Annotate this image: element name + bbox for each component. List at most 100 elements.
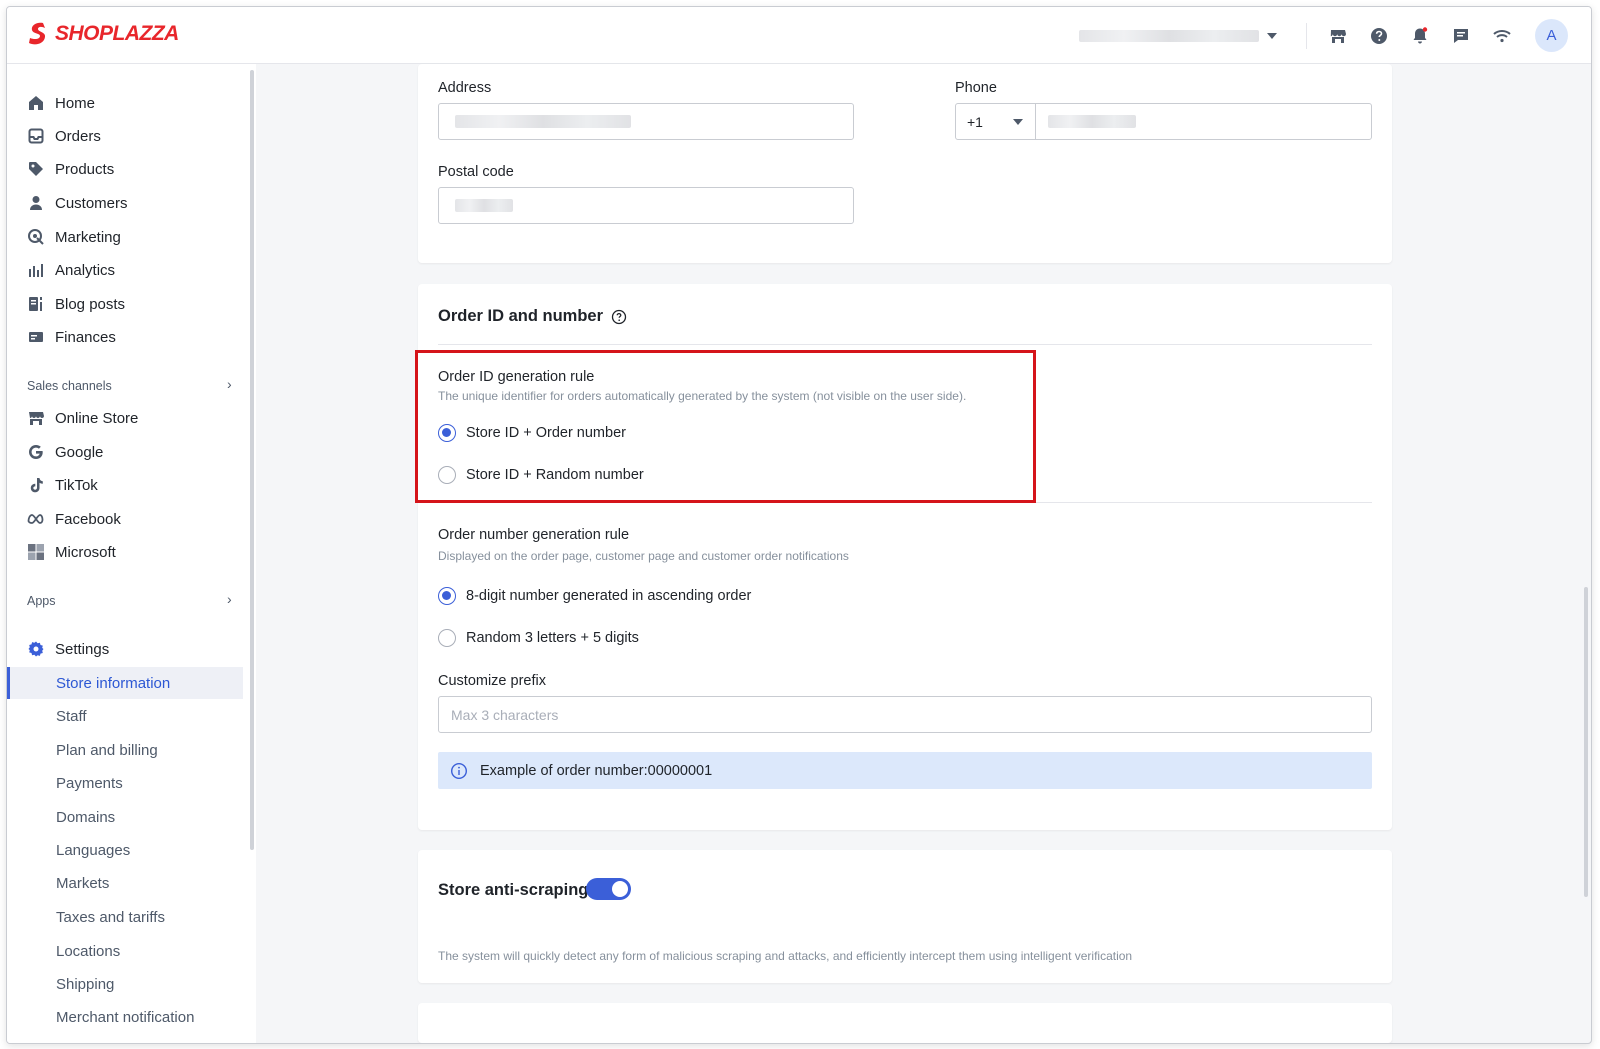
tiktok-icon	[30, 478, 43, 493]
sidebar-item-label: Online Store	[55, 409, 139, 427]
sidebar-item-settings[interactable]: Settings	[27, 636, 109, 662]
sidebar-item-google[interactable]: Google	[27, 439, 103, 465]
sidebar-item-label: Facebook	[55, 510, 121, 528]
sidebar-item-staff[interactable]: Staff	[56, 705, 87, 727]
anti-scraping-title: Store anti-scraping	[438, 881, 589, 899]
sidebar-item-facebook[interactable]: Facebook	[27, 506, 121, 532]
apps-heading: Apps	[27, 594, 56, 608]
finance-icon	[29, 332, 43, 342]
order-id-title-text: Order ID and number	[438, 307, 604, 325]
sidebar-item-shipping[interactable]: Shipping	[56, 973, 114, 995]
sidebar-item-languages[interactable]: Languages	[56, 839, 130, 861]
brand-logo[interactable]: SHOPLAZZA	[27, 21, 179, 47]
radio-random-letters-digits[interactable]: Random 3 letters + 5 digits	[438, 629, 639, 647]
phone-country-code-select[interactable]: +1	[955, 103, 1036, 140]
topbar-divider	[1306, 23, 1307, 49]
main-scrollbar[interactable]	[1584, 587, 1588, 897]
help-icon[interactable]	[611, 309, 627, 325]
sales-channels-heading: Sales channels	[27, 379, 112, 393]
chat-icon[interactable]	[1450, 25, 1472, 47]
sidebar-item-label: Home	[55, 94, 96, 112]
google-icon	[29, 445, 43, 459]
next-card	[418, 1003, 1392, 1043]
address-value-redacted	[455, 115, 631, 128]
sidebar-item-label: Google	[55, 443, 104, 461]
customize-prefix-input[interactable]: Max 3 characters	[438, 696, 1372, 733]
anti-scraping-desc: The system will quickly detect any form …	[438, 949, 1133, 963]
sidebar-item-label: Orders	[55, 127, 101, 145]
sidebar: Home Orders Products Customers Marketing…	[7, 64, 256, 1043]
sidebar-item-payments[interactable]: Payments	[56, 772, 123, 794]
chevron-down-icon	[1013, 119, 1023, 125]
sidebar-item-home[interactable]: Home	[27, 90, 95, 116]
sidebar-item-finances[interactable]: Finances	[27, 324, 116, 350]
chevron-right-icon[interactable]: ›	[227, 376, 232, 392]
highlight-annotation-box	[415, 350, 1036, 503]
gear-icon	[28, 641, 44, 657]
sidebar-item-markets[interactable]: Markets	[56, 872, 109, 894]
help-icon[interactable]	[1368, 25, 1390, 47]
orders-icon	[28, 128, 44, 144]
blog-icon	[29, 297, 42, 311]
postal-code-label: Postal code	[438, 164, 514, 180]
tag-icon	[29, 162, 43, 176]
sidebar-item-plan-and-billing[interactable]: Plan and billing	[56, 739, 158, 761]
person-icon	[30, 196, 42, 210]
sidebar-item-tiktok[interactable]: TikTok	[27, 472, 98, 498]
phone-code-value: +1	[967, 114, 983, 130]
order-number-example-banner: Example of order number:00000001	[438, 752, 1372, 789]
chevron-down-icon	[1267, 33, 1277, 39]
sidebar-item-analytics[interactable]: Analytics	[27, 257, 115, 283]
order-number-example-text: Example of order number:00000001	[480, 762, 713, 779]
radio-label: Random 3 letters + 5 digits	[466, 630, 639, 646]
meta-icon	[27, 514, 44, 524]
sidebar-item-label: Customers	[55, 194, 128, 212]
home-icon	[29, 96, 43, 110]
radio-unselected[interactable]	[438, 629, 456, 647]
sidebar-item-microsoft[interactable]: Microsoft	[27, 539, 116, 565]
order-id-title: Order ID and number	[438, 307, 627, 326]
sidebar-item-blog-posts[interactable]: Blog posts	[27, 291, 125, 317]
phone-number-input[interactable]	[1035, 103, 1372, 140]
marketing-icon	[28, 229, 44, 245]
bell-icon[interactable]	[1409, 25, 1431, 47]
address-input[interactable]	[438, 103, 854, 140]
order-number-rule-title: Order number generation rule	[438, 527, 630, 543]
sidebar-item-label: Products	[55, 160, 115, 178]
divider	[1036, 502, 1372, 503]
sidebar-item-store-information[interactable]: Store information	[56, 672, 170, 694]
sidebar-item-locations[interactable]: Locations	[56, 940, 120, 962]
sidebar-item-merchant-notification[interactable]: Merchant notification	[56, 1006, 194, 1028]
store-name-redacted	[1079, 30, 1259, 42]
sidebar-item-marketing[interactable]: Marketing	[27, 224, 121, 250]
sidebar-scrollbar[interactable]	[250, 70, 254, 850]
sidebar-item-orders[interactable]: Orders	[27, 123, 101, 149]
store-icon	[29, 412, 44, 425]
sidebar-item-taxes-and-tariffs[interactable]: Taxes and tariffs	[56, 906, 165, 928]
sidebar-item-label: Marketing	[55, 228, 121, 246]
sidebar-item-domains[interactable]: Domains	[56, 806, 115, 828]
chevron-right-icon[interactable]: ›	[227, 591, 232, 607]
top-bar: SHOPLAZZA A	[7, 7, 1591, 64]
anti-scraping-toggle[interactable]	[586, 878, 631, 900]
radio-8-digit-ascending[interactable]: 8-digit number generated in ascending or…	[438, 587, 751, 605]
order-number-rule-desc: Displayed on the order page, customer pa…	[438, 549, 849, 563]
avatar[interactable]: A	[1535, 19, 1568, 52]
store-selector[interactable]	[1079, 27, 1289, 45]
store-icon[interactable]	[1327, 25, 1349, 47]
address-card	[418, 64, 1392, 263]
sidebar-item-customers[interactable]: Customers	[27, 190, 128, 216]
divider	[438, 344, 1372, 345]
wifi-icon[interactable]	[1491, 25, 1513, 47]
radio-label: 8-digit number generated in ascending or…	[466, 588, 752, 604]
postal-code-input[interactable]	[438, 187, 854, 224]
brand-name: SHOPLAZZA	[55, 22, 179, 45]
address-label: Address	[438, 80, 492, 96]
microsoft-icon	[28, 544, 44, 560]
anti-scraping-card	[418, 850, 1392, 983]
sidebar-item-products[interactable]: Products	[27, 156, 114, 182]
sidebar-item-label: Microsoft	[55, 543, 116, 561]
sidebar-item-online-store[interactable]: Online Store	[27, 405, 138, 431]
sidebar-item-label: Settings	[55, 640, 110, 658]
radio-selected[interactable]	[438, 587, 456, 605]
